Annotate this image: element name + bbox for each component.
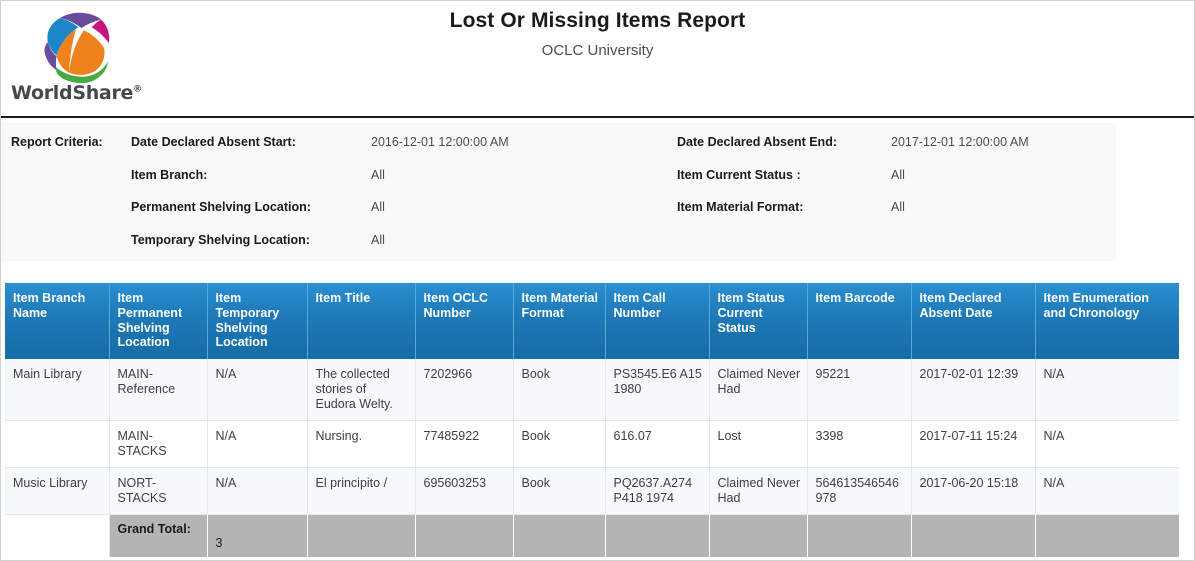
total-filler-cell [513, 514, 606, 557]
cell-branch-name: Music Library [5, 467, 110, 515]
cell-current-status: Claimed Never Had [709, 467, 808, 515]
brand-name: WorldShare [11, 82, 134, 104]
total-filler-cell [415, 514, 514, 557]
total-spacer-cell [5, 514, 110, 557]
column-header-temporary-shelving-location[interactable]: Item Temporary Shelving Location [207, 283, 308, 359]
cell-barcode: 564613546546978 [807, 467, 912, 515]
cell-branch-name [5, 420, 110, 468]
report-page: WorldShare® Lost Or Missing Items Report… [0, 0, 1195, 561]
total-filler-cell [605, 514, 710, 557]
total-filler-cell [1035, 514, 1179, 557]
cell-permanent-shelving-location: MAIN-STACKS [109, 420, 208, 468]
cell-current-status: Lost [709, 420, 808, 468]
total-filler-cell [307, 514, 416, 557]
cell-enumeration-chronology: N/A [1035, 420, 1179, 468]
cell-barcode: 3398 [807, 420, 912, 468]
cell-enumeration-chronology: N/A [1035, 467, 1179, 515]
cell-oclc-number: 695603253 [415, 467, 514, 515]
cell-call-number: 616.07 [605, 420, 710, 468]
total-filler-cell [709, 514, 808, 557]
criteria-key: Item Current Status : [677, 167, 801, 182]
criteria-value: All [371, 167, 385, 182]
criteria-value: All [371, 232, 385, 247]
title-block: Lost Or Missing Items Report OCLC Univer… [1, 9, 1194, 59]
cell-branch-name: Main Library [5, 359, 110, 421]
column-header-call-number[interactable]: Item Call Number [605, 283, 710, 359]
cell-current-status: Claimed Never Had [709, 359, 808, 421]
cell-temporary-shelving-location: N/A [207, 359, 308, 421]
page-subtitle: OCLC University [541, 42, 654, 59]
cell-material-format: Book [513, 467, 606, 515]
total-filler-cell [807, 514, 912, 557]
report-table-container: Item Branch Name Item Permanent Shelving… [5, 283, 1179, 557]
cell-title: The collected stories of Eudora Welty. [307, 359, 416, 421]
criteria-value: All [891, 167, 905, 182]
cell-material-format: Book [513, 359, 606, 421]
criteria-key: Date Declared Absent End: [677, 135, 837, 149]
column-header-material-format[interactable]: Item Material Format [513, 283, 606, 359]
cell-permanent-shelving-location: MAIN-Reference [109, 359, 208, 421]
cell-barcode: 95221 [807, 359, 912, 421]
criteria-value: 2016-12-01 12:00:00 AM [371, 135, 509, 149]
table-row: MAIN-STACKS N/A Nursing. 77485922 Book 6… [5, 420, 1179, 468]
column-header-permanent-shelving-location[interactable]: Item Permanent Shelving Location [109, 283, 208, 359]
criteria-key: Permanent Shelving Location: [131, 200, 311, 214]
cell-declared-absent-date: 2017-06-20 15:18 [911, 467, 1036, 515]
grand-total-label: Grand Total: [109, 514, 208, 557]
cell-declared-absent-date: 2017-07-11 15:24 [911, 420, 1036, 468]
cell-enumeration-chronology: N/A [1035, 359, 1179, 421]
column-header-barcode[interactable]: Item Barcode [807, 283, 912, 359]
cell-temporary-shelving-location: N/A [207, 467, 308, 515]
cell-oclc-number: 7202966 [415, 359, 514, 421]
cell-material-format: Book [513, 420, 606, 468]
column-header-enumeration-chronology[interactable]: Item Enumeration and Chronology [1035, 283, 1179, 359]
cell-title: El principito / [307, 467, 416, 515]
criteria-key: Temporary Shelving Location: [131, 232, 310, 247]
criteria-heading: Report Criteria: [11, 135, 103, 149]
cell-permanent-shelving-location: NORT-STACKS [109, 467, 208, 515]
column-header-declared-absent-date[interactable]: Item Declared Absent Date [911, 283, 1036, 359]
report-header: WorldShare® Lost Or Missing Items Report… [1, 1, 1194, 118]
grand-total-row: Grand Total: 3 [5, 514, 1179, 557]
cell-oclc-number: 77485922 [415, 420, 514, 468]
cell-call-number: PS3545.E6 A15 1980 [605, 359, 710, 421]
criteria-key: Item Material Format: [677, 200, 804, 214]
trademark-symbol: ® [133, 84, 142, 95]
column-header-oclc-number[interactable]: Item OCLC Number [415, 283, 514, 359]
table-row: Music Library NORT-STACKS N/A El princip… [5, 467, 1179, 515]
grand-total-value: 3 [207, 514, 308, 557]
report-table: Item Branch Name Item Permanent Shelving… [5, 283, 1179, 557]
total-filler-cell [911, 514, 1036, 557]
cell-declared-absent-date: 2017-02-01 12:39 [911, 359, 1036, 421]
table-row: Main Library MAIN-Reference N/A The coll… [5, 359, 1179, 421]
column-header-branch-name[interactable]: Item Branch Name [5, 283, 110, 359]
criteria-key: Item Branch: [131, 167, 208, 182]
report-criteria-panel: Report Criteria: Date Declared Absent St… [1, 118, 1194, 266]
column-header-title[interactable]: Item Title [307, 283, 416, 359]
criteria-value: 2017-12-01 12:00:00 AM [891, 135, 1029, 149]
worldshare-wordmark: WorldShare® [11, 82, 142, 104]
column-header-current-status[interactable]: Item Status Current Status [709, 283, 808, 359]
table-header-row: Item Branch Name Item Permanent Shelving… [5, 283, 1179, 359]
cell-call-number: PQ2637.A274 P418 1974 [605, 467, 710, 515]
criteria-value: All [371, 200, 385, 214]
criteria-key: Date Declared Absent Start: [131, 135, 296, 149]
cell-title: Nursing. [307, 420, 416, 468]
cell-temporary-shelving-location: N/A [207, 420, 308, 468]
page-title: Lost Or Missing Items Report [449, 9, 746, 32]
criteria-value: All [891, 200, 905, 214]
